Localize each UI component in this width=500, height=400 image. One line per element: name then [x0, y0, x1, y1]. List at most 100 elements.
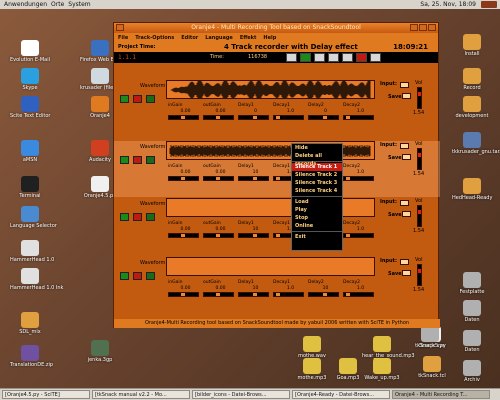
- context-menu-item[interactable]: Exit: [292, 233, 342, 241]
- menu-system[interactable]: System: [68, 1, 90, 8]
- desktop-icon[interactable]: hear_the_sound.mp3: [362, 336, 415, 359]
- volume-slider[interactable]: [417, 148, 422, 170]
- minimize-icon[interactable]: [410, 24, 418, 31]
- desktop-icon[interactable]: development: [452, 96, 492, 119]
- desktop-icon[interactable]: Archiv: [452, 360, 492, 383]
- track-play-button[interactable]: [120, 95, 129, 103]
- taskbar-button[interactable]: [bilder_icons - Datei-Brows...: [192, 390, 290, 399]
- rewind-button[interactable]: [286, 53, 297, 62]
- context-menu-item[interactable]: Silence Track 3: [292, 179, 342, 187]
- param-slider[interactable]: [238, 233, 269, 238]
- desktop-icon[interactable]: SDL_mix: [10, 312, 50, 335]
- param-slider[interactable]: [203, 292, 234, 297]
- input-checkbox[interactable]: [400, 82, 409, 88]
- menu-effekt[interactable]: Effekt: [240, 35, 257, 41]
- param-slider[interactable]: [168, 115, 199, 120]
- context-menu-item[interactable]: Silence Track 2: [292, 171, 342, 179]
- context-menu-item[interactable]: Load: [292, 198, 342, 206]
- record-button[interactable]: [356, 53, 367, 62]
- waveform-display[interactable]: [166, 141, 375, 160]
- waveform-display[interactable]: [166, 257, 375, 276]
- input-checkbox[interactable]: [400, 259, 409, 265]
- desktop-icon[interactable]: Scite Text Editor: [10, 96, 50, 119]
- desktop-icon[interactable]: Language Selector: [10, 206, 57, 229]
- desktop-icon[interactable]: Festplatte: [452, 272, 492, 295]
- track-stop-button[interactable]: [146, 213, 155, 221]
- param-slider[interactable]: [273, 115, 304, 120]
- save-checkbox[interactable]: [402, 211, 411, 217]
- taskbar-button[interactable]: [Oranje4-Ready - Datei-Brows...: [292, 390, 390, 399]
- taskbar-button[interactable]: [Oranje4.5.py - SciTE]: [2, 390, 90, 399]
- menu-applications[interactable]: Anwendungen: [4, 1, 47, 8]
- param-slider[interactable]: [308, 292, 339, 297]
- desktop-icon[interactable]: Daten: [452, 300, 492, 323]
- desktop-icon[interactable]: Record: [452, 68, 492, 91]
- maximize-icon[interactable]: [419, 24, 427, 31]
- pause-button[interactable]: [314, 53, 325, 62]
- track-stop-button[interactable]: [146, 95, 155, 103]
- desktop-icon[interactable]: Daten: [452, 330, 492, 353]
- desktop-icon[interactable]: Wake_up.mp3: [362, 358, 402, 381]
- context-menu-item[interactable]: Online: [292, 222, 342, 230]
- end-button[interactable]: [342, 53, 353, 62]
- desktop-icon[interactable]: tkSnack.sys: [410, 326, 450, 349]
- desktop-icon[interactable]: Install: [452, 34, 492, 57]
- forward-button[interactable]: [328, 53, 339, 62]
- param-slider[interactable]: [168, 233, 199, 238]
- context-menu-item[interactable]: Silence Track 4: [292, 187, 342, 195]
- stop-button[interactable]: [370, 53, 381, 62]
- desktop-icon[interactable]: jenka.3gp: [80, 340, 120, 363]
- track-stop-button[interactable]: [146, 156, 155, 164]
- desktop-icon[interactable]: TranslationDE.zip: [10, 345, 53, 368]
- desktop-icon[interactable]: tkSnack.tcl: [412, 356, 452, 379]
- track-play-button[interactable]: [120, 156, 129, 164]
- save-checkbox[interactable]: [402, 93, 411, 99]
- save-checkbox[interactable]: [402, 154, 411, 160]
- desktop-icon[interactable]: HammerHead 1.0 Ink: [10, 268, 63, 291]
- param-slider[interactable]: [343, 233, 374, 238]
- track-record-button[interactable]: [133, 213, 142, 221]
- param-slider[interactable]: [203, 233, 234, 238]
- desktop-icon[interactable]: mothe.wav: [292, 336, 332, 359]
- param-slider[interactable]: [203, 115, 234, 120]
- menu-file[interactable]: File: [118, 35, 128, 41]
- input-checkbox[interactable]: [400, 143, 409, 149]
- desktop-icon[interactable]: Evolution E-Mail: [10, 40, 50, 63]
- param-slider[interactable]: [273, 292, 304, 297]
- desktop-icon[interactable]: Terminal: [10, 176, 50, 199]
- track-stop-button[interactable]: [146, 272, 155, 280]
- param-slider[interactable]: [343, 292, 374, 297]
- param-slider[interactable]: [238, 115, 269, 120]
- taskbar-button[interactable]: Oranje4 - Multi Recording T...: [392, 390, 490, 399]
- volume-slider[interactable]: [417, 87, 422, 109]
- window-titlebar[interactable]: Oranje4 - Multi Recording Tool based on …: [114, 23, 438, 33]
- context-menu-item[interactable]: Silence Track 1: [292, 163, 342, 171]
- tray-icon[interactable]: [481, 1, 497, 8]
- menu-editor[interactable]: Editor: [181, 35, 198, 41]
- context-menu-item[interactable]: Hide: [292, 144, 342, 152]
- waveform-display[interactable]: [166, 198, 375, 217]
- desktop-icon[interactable]: Skype: [10, 68, 50, 91]
- input-checkbox[interactable]: [400, 200, 409, 206]
- volume-slider[interactable]: [417, 205, 422, 227]
- param-slider[interactable]: [308, 115, 339, 120]
- menu-language[interactable]: Language: [205, 35, 233, 41]
- window-menu-icon[interactable]: [116, 24, 124, 31]
- desktop-icon[interactable]: mothe.mp3: [292, 358, 332, 381]
- track-record-button[interactable]: [133, 272, 142, 280]
- context-menu-item[interactable]: Delete all records: [292, 152, 342, 167]
- param-slider[interactable]: [168, 176, 199, 181]
- menu-places[interactable]: Orte: [51, 1, 64, 8]
- waveform-display[interactable]: [166, 80, 375, 99]
- track-play-button[interactable]: [120, 213, 129, 221]
- param-slider[interactable]: [343, 176, 374, 181]
- desktop-icon[interactable]: HammerHead 1.0: [10, 240, 54, 263]
- save-checkbox[interactable]: [402, 270, 411, 276]
- menu-help[interactable]: Help: [263, 35, 276, 41]
- panel-clock[interactable]: Sa, 25. Nov, 18:09: [420, 1, 476, 8]
- close-icon[interactable]: [428, 24, 436, 31]
- desktop-icon[interactable]: tkkrusader_gnu.tar.gz: [452, 132, 500, 155]
- context-menu-item[interactable]: Stop: [292, 214, 342, 222]
- desktop-icon[interactable]: aMSN: [10, 140, 50, 163]
- play-button[interactable]: [300, 53, 311, 62]
